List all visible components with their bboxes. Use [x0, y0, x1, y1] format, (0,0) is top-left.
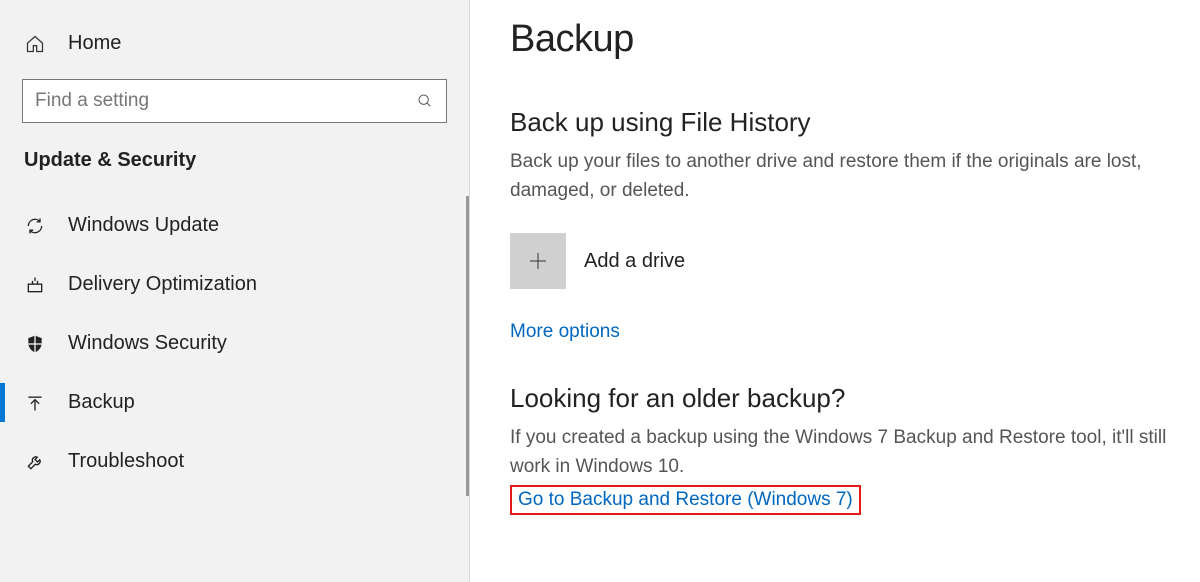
older-backup-section: Looking for an older backup? If you crea…	[510, 383, 1200, 515]
backup-restore-link[interactable]: Go to Backup and Restore (Windows 7)	[518, 489, 853, 511]
nav-list: Windows Update Delivery Optimization Win…	[0, 196, 469, 491]
page-title: Backup	[510, 18, 1200, 61]
sidebar-item-windows-update[interactable]: Windows Update	[0, 196, 469, 255]
content: Backup Back up using File History Back u…	[470, 0, 1200, 582]
shield-icon	[24, 333, 46, 355]
nav-label: Windows Security	[68, 332, 227, 355]
sidebar-item-delivery-optimization[interactable]: Delivery Optimization	[0, 255, 469, 314]
older-backup-title: Looking for an older backup?	[510, 383, 1200, 414]
backup-icon	[24, 392, 46, 414]
nav-label: Windows Update	[68, 214, 219, 237]
wrench-icon	[24, 451, 46, 473]
search-box[interactable]	[22, 79, 447, 123]
more-options-link[interactable]: More options	[510, 321, 620, 343]
file-history-desc: Back up your files to another drive and …	[510, 148, 1190, 205]
search-input[interactable]	[35, 90, 416, 112]
nav-label: Troubleshoot	[68, 450, 184, 473]
sidebar-item-home[interactable]: Home	[0, 20, 469, 73]
search-icon	[416, 92, 434, 110]
home-icon	[24, 33, 46, 55]
sidebar-item-backup[interactable]: Backup	[0, 373, 469, 432]
refresh-icon	[24, 215, 46, 237]
sidebar: Home Update & Security Windows	[0, 0, 470, 582]
sidebar-item-troubleshoot[interactable]: Troubleshoot	[0, 432, 469, 491]
add-drive-button[interactable]: Add a drive	[510, 233, 685, 289]
home-label: Home	[68, 32, 121, 55]
nav-label: Backup	[68, 391, 135, 414]
nav-label: Delivery Optimization	[68, 273, 257, 296]
highlight-box: Go to Backup and Restore (Windows 7)	[510, 485, 861, 515]
sidebar-section-header: Update & Security	[0, 141, 469, 196]
older-backup-desc: If you created a backup using the Window…	[510, 424, 1190, 481]
add-drive-label: Add a drive	[584, 250, 685, 273]
plus-icon	[510, 233, 566, 289]
delivery-icon	[24, 274, 46, 296]
file-history-section: Back up using File History Back up your …	[510, 107, 1200, 343]
file-history-title: Back up using File History	[510, 107, 1200, 138]
sidebar-item-windows-security[interactable]: Windows Security	[0, 314, 469, 373]
search-container	[22, 79, 447, 123]
